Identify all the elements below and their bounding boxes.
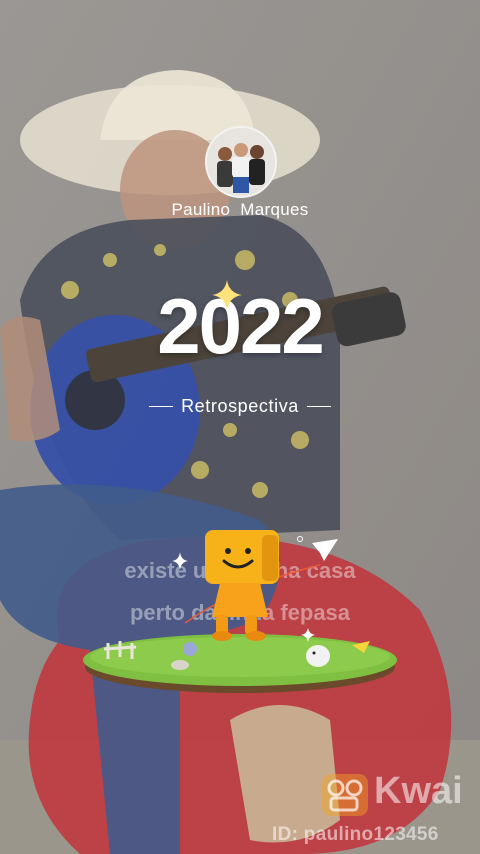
- sparkle-icon: [212, 280, 242, 310]
- kwai-brand-text: Kwai: [374, 770, 463, 812]
- kwai-user-id: ID: paulino123456: [272, 824, 439, 845]
- divider-right: [306, 405, 331, 408]
- username: Paulino Marques: [171, 200, 309, 219]
- kwai-mascot-scene: [83, 530, 397, 693]
- profile-avatar[interactable]: [205, 126, 277, 198]
- divider-left: [149, 405, 174, 408]
- kwai-logo-icon: [322, 774, 368, 816]
- retrospective-label: Retrospectiva: [0, 396, 480, 417]
- avatar-photo: [207, 128, 275, 196]
- retrospective-text: Retrospectiva: [181, 396, 299, 416]
